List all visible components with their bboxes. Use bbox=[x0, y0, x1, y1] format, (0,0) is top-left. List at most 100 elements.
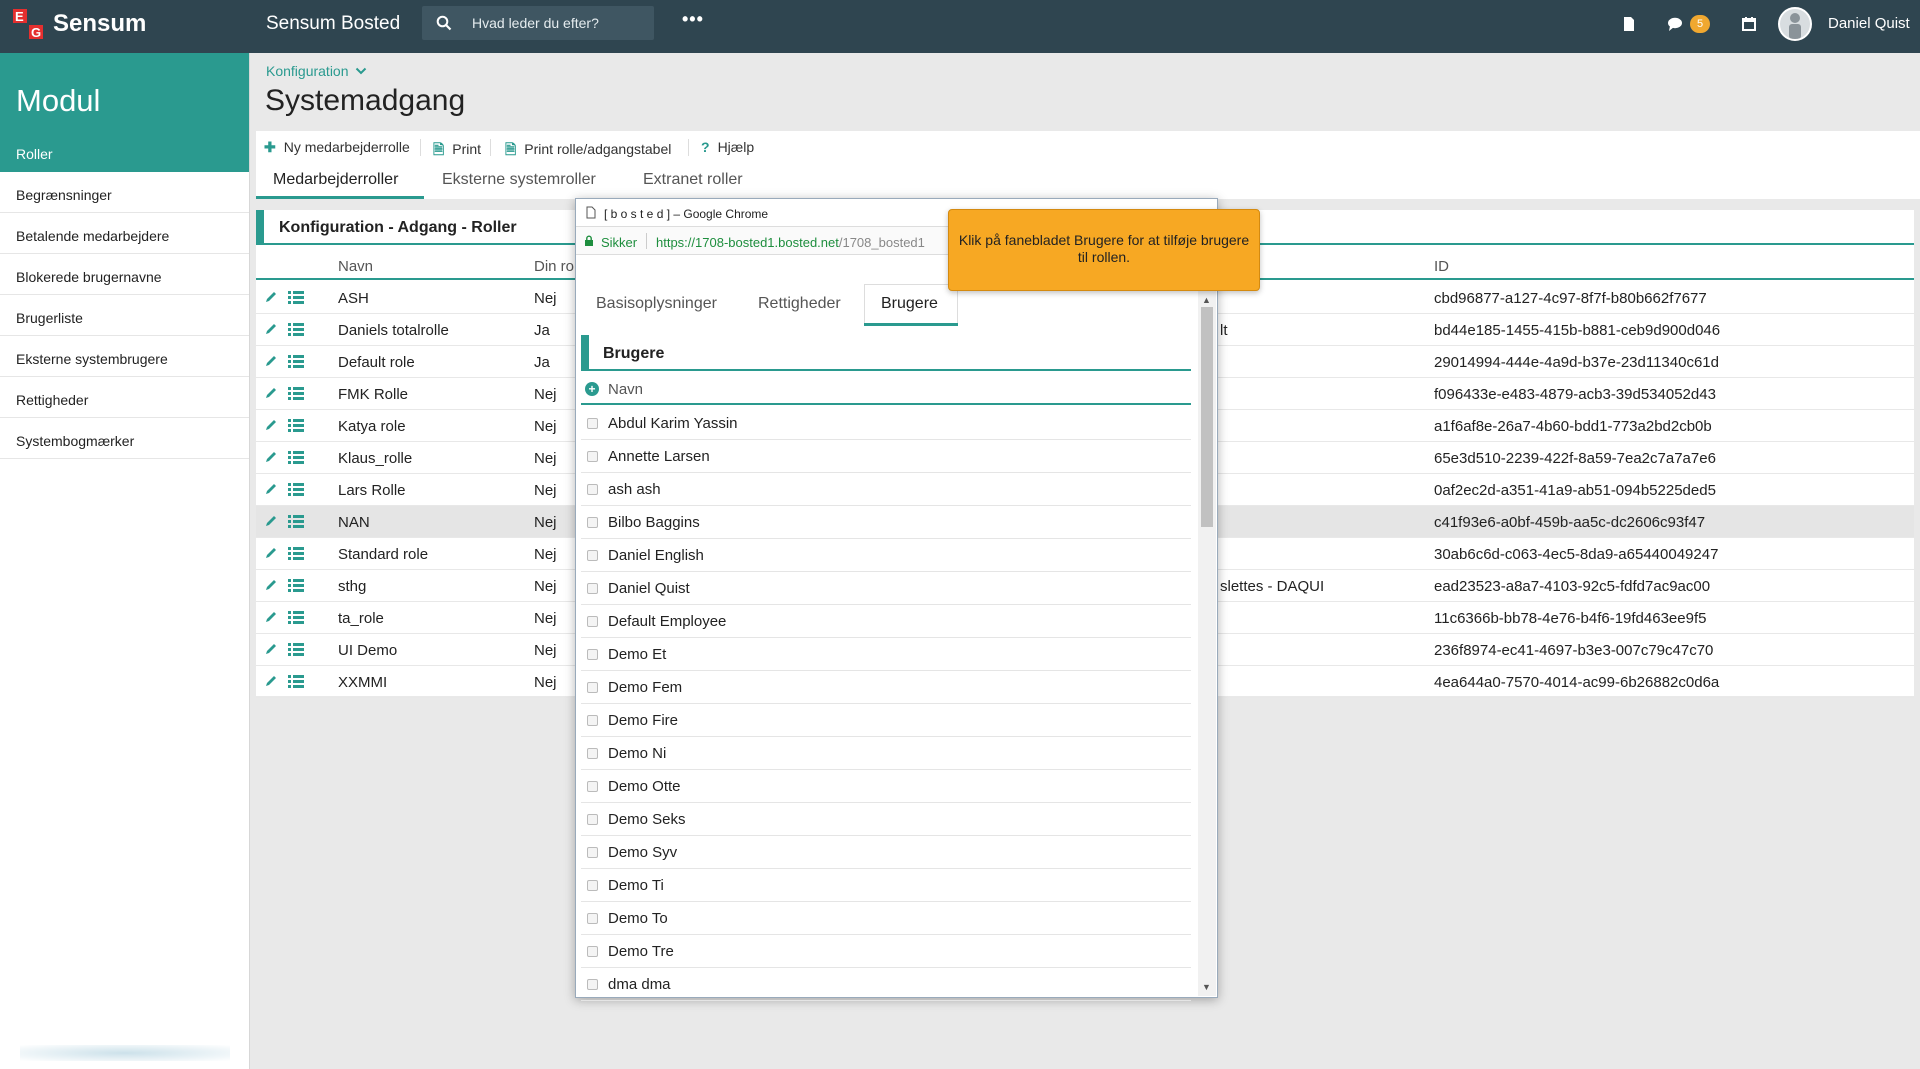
details-list-icon[interactable] bbox=[288, 419, 304, 432]
user-checkbox[interactable] bbox=[587, 715, 598, 726]
tab-rettigheder[interactable]: Rettigheder bbox=[758, 295, 841, 313]
details-list-icon[interactable] bbox=[288, 387, 304, 400]
edit-pencil-icon[interactable] bbox=[264, 418, 278, 432]
list-item[interactable]: Demo Ti bbox=[581, 869, 1191, 902]
scrollbar-thumb[interactable] bbox=[1201, 307, 1213, 527]
details-list-icon[interactable] bbox=[288, 675, 304, 688]
avatar[interactable] bbox=[1778, 7, 1812, 41]
list-item[interactable]: Demo Fem bbox=[581, 671, 1191, 704]
new-role-button[interactable]: ✚ Ny medarbejderrolle bbox=[264, 139, 410, 156]
sidebar-item-systembogmaerker[interactable]: Systembogmærker bbox=[0, 418, 249, 459]
search-input[interactable]: Hvad leder du efter? bbox=[472, 15, 599, 31]
list-item[interactable]: Daniel English bbox=[581, 539, 1191, 572]
details-list-icon[interactable] bbox=[288, 483, 304, 496]
column-header-din-rolle[interactable]: Din ro bbox=[534, 258, 574, 275]
details-list-icon[interactable] bbox=[288, 323, 304, 336]
user-checkbox[interactable] bbox=[587, 649, 598, 660]
list-item[interactable]: Daniel Quist bbox=[581, 572, 1191, 605]
scroll-down-icon[interactable]: ▼ bbox=[1202, 982, 1211, 992]
popup-url[interactable]: https://1708-bosted1.bosted.net/1708_bos… bbox=[656, 235, 925, 250]
user-checkbox[interactable] bbox=[587, 946, 598, 957]
edit-pencil-icon[interactable] bbox=[264, 642, 278, 656]
list-item[interactable]: Default Employee bbox=[581, 605, 1191, 638]
search-box[interactable]: Hvad leder du efter? bbox=[422, 6, 654, 40]
list-item[interactable]: Demo To bbox=[581, 902, 1191, 935]
details-list-icon[interactable] bbox=[288, 547, 304, 560]
brand-name[interactable]: Sensum bbox=[53, 10, 146, 38]
edit-pencil-icon[interactable] bbox=[264, 610, 278, 624]
edit-pencil-icon[interactable] bbox=[264, 674, 278, 688]
chevron-down-icon[interactable] bbox=[355, 66, 367, 76]
edit-pencil-icon[interactable] bbox=[264, 386, 278, 400]
edit-pencil-icon[interactable] bbox=[264, 578, 278, 592]
details-list-icon[interactable] bbox=[288, 643, 304, 656]
user-checkbox[interactable] bbox=[587, 550, 598, 561]
list-item[interactable]: Demo Tre bbox=[581, 935, 1191, 968]
edit-pencil-icon[interactable] bbox=[264, 322, 278, 336]
sidebar-item-betalende-medarbejdere[interactable]: Betalende medarbejdere bbox=[0, 213, 249, 254]
edit-pencil-icon[interactable] bbox=[264, 354, 278, 368]
tab-medarbejderroller[interactable]: Medarbejderroller bbox=[273, 171, 398, 189]
edit-pencil-icon[interactable] bbox=[264, 514, 278, 528]
tab-extranet-roller[interactable]: Extranet roller bbox=[643, 171, 743, 189]
edit-pencil-icon[interactable] bbox=[264, 450, 278, 464]
print-button[interactable]: 🗎 Print bbox=[433, 139, 481, 163]
popup-scrollbar[interactable]: ▲ ▼ bbox=[1198, 291, 1216, 996]
edit-pencil-icon[interactable] bbox=[264, 290, 278, 304]
user-checkbox[interactable] bbox=[587, 583, 598, 594]
breadcrumb-label[interactable]: Konfiguration bbox=[266, 63, 349, 79]
breadcrumb[interactable]: Konfiguration bbox=[266, 63, 367, 79]
list-item[interactable]: Demo Fire bbox=[581, 704, 1191, 737]
details-list-icon[interactable] bbox=[288, 451, 304, 464]
user-checkbox[interactable] bbox=[587, 418, 598, 429]
details-list-icon[interactable] bbox=[288, 355, 304, 368]
user-checkbox[interactable] bbox=[587, 781, 598, 792]
eg-logo-icon[interactable]: E G bbox=[12, 8, 44, 40]
sidebar-item-brugerliste[interactable]: Brugerliste bbox=[0, 295, 249, 336]
user-checkbox[interactable] bbox=[587, 847, 598, 858]
print-table-button[interactable]: 🗎 Print rolle/adgangstabel bbox=[505, 139, 671, 163]
list-item[interactable]: Demo Syv bbox=[581, 836, 1191, 869]
user-checkbox[interactable] bbox=[587, 484, 598, 495]
details-list-icon[interactable] bbox=[288, 515, 304, 528]
add-circle-icon[interactable]: + bbox=[585, 382, 599, 396]
user-checkbox[interactable] bbox=[587, 913, 598, 924]
tab-basisoplysninger[interactable]: Basisoplysninger bbox=[596, 295, 717, 313]
list-item[interactable]: dma dma bbox=[581, 968, 1191, 1001]
user-checkbox[interactable] bbox=[587, 682, 598, 693]
user-checkbox[interactable] bbox=[587, 979, 598, 990]
list-item[interactable]: Demo Ni bbox=[581, 737, 1191, 770]
chat-icon[interactable] bbox=[1666, 15, 1684, 33]
column-header-id[interactable]: ID bbox=[1434, 258, 1449, 275]
document-icon[interactable] bbox=[1620, 15, 1638, 33]
help-button[interactable]: ? Hjælp bbox=[701, 139, 754, 155]
list-item[interactable]: Annette Larsen bbox=[581, 440, 1191, 473]
calendar-icon[interactable] bbox=[1740, 15, 1758, 33]
sidebar-item-eksterne-systembrugere[interactable]: Eksterne systembrugere bbox=[0, 336, 249, 377]
tab-brugere[interactable]: Brugere bbox=[881, 295, 938, 313]
user-checkbox[interactable] bbox=[587, 814, 598, 825]
sidebar-item-rettigheder[interactable]: Rettigheder bbox=[0, 377, 249, 418]
list-item[interactable]: Demo Otte bbox=[581, 770, 1191, 803]
edit-pencil-icon[interactable] bbox=[264, 482, 278, 496]
column-header-name[interactable]: Navn bbox=[338, 258, 373, 275]
edit-pencil-icon[interactable] bbox=[264, 546, 278, 560]
list-item[interactable]: Bilbo Baggins bbox=[581, 506, 1191, 539]
sidebar-item-roller[interactable]: Roller bbox=[0, 131, 249, 172]
user-checkbox[interactable] bbox=[587, 748, 598, 759]
app-title[interactable]: Sensum Bosted bbox=[266, 13, 400, 35]
user-checkbox[interactable] bbox=[587, 517, 598, 528]
sidebar-item-blokerede-brugernavne[interactable]: Blokerede brugernavne bbox=[0, 254, 249, 295]
user-name[interactable]: Daniel Quist bbox=[1828, 15, 1910, 32]
list-item[interactable]: Demo Seks bbox=[581, 803, 1191, 836]
user-checkbox[interactable] bbox=[587, 616, 598, 627]
users-column-name[interactable]: Navn bbox=[608, 381, 643, 398]
list-item[interactable]: Abdul Karim Yassin bbox=[581, 407, 1191, 440]
list-item[interactable]: ash ash bbox=[581, 473, 1191, 506]
details-list-icon[interactable] bbox=[288, 611, 304, 624]
tab-eksterne-systemroller[interactable]: Eksterne systemroller bbox=[442, 171, 596, 189]
user-checkbox[interactable] bbox=[587, 451, 598, 462]
sidebar-item-begraensninger[interactable]: Begrænsninger bbox=[0, 172, 249, 213]
messages-badge[interactable]: 5 bbox=[1690, 15, 1710, 33]
more-menu-button[interactable]: ••• bbox=[682, 9, 704, 30]
